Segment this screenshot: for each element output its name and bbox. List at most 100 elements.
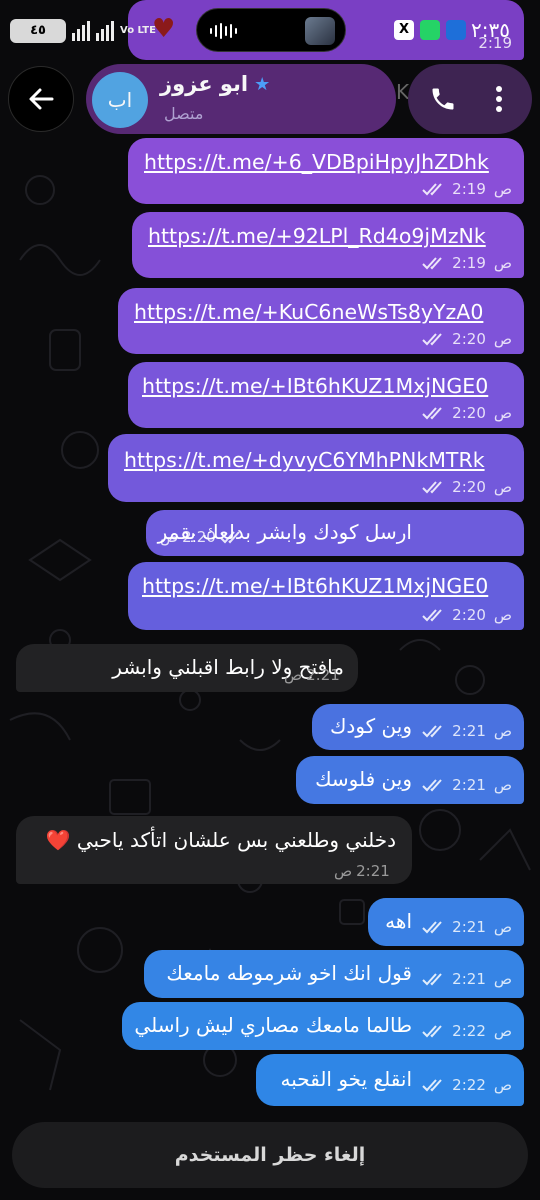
double-check-icon: [422, 183, 442, 196]
message-ampm: ص: [493, 330, 512, 348]
message-text: قول انك اخو شرموطه مامعك: [166, 961, 412, 985]
message-time: 2:21: [452, 776, 486, 794]
battery-icon: ٤٥: [10, 19, 66, 43]
message-time: 2:21: [452, 918, 486, 936]
back-button[interactable]: [8, 66, 74, 132]
contact-name: ابو عزوز: [160, 72, 249, 96]
message-time: 2:22: [452, 1076, 486, 1094]
message-meta: 2:21 ص: [422, 722, 512, 740]
message-ampm: ص: [493, 1076, 512, 1094]
media-thumbnail: [305, 17, 335, 45]
volte-label: Vo LTE: [120, 25, 156, 36]
double-check-icon: [422, 1079, 442, 1092]
message-bubble[interactable]: وين كودك 2:21 ص: [312, 704, 524, 750]
message-time: 2:20: [452, 478, 486, 496]
message-bubble[interactable]: https://t.me/+dyvyC6YMhPNkMTRk 2:20 ص: [108, 434, 524, 502]
message-ampm: ص: [334, 862, 353, 880]
message-bubble[interactable]: https://t.me/+KuC6neWsTs8yYzA0 2:20 ص: [118, 288, 524, 354]
message-bubble[interactable]: طالما مامعك مصاري ليش راسلي 2:22 ص: [122, 1002, 524, 1050]
message-bubble[interactable]: https://t.me/+IBt6hKUZ1MxjNGE0 2:20 ص: [128, 562, 524, 630]
status-bar: ٤٥ Vo LTE ♥ X ٢:٣٥: [0, 0, 540, 60]
message-ampm: ص: [493, 1022, 512, 1040]
dynamic-island: [196, 8, 346, 52]
message-ampm: ص: [493, 776, 512, 794]
message-text: وين فلوسك: [315, 767, 412, 791]
message-bubble-incoming[interactable]: دخلني وطلعني بس علشان اتأكد ياحبي ❤️ ص 2…: [16, 816, 412, 884]
message-ampm: ص: [493, 970, 512, 988]
message-meta: 2:20 ص: [422, 330, 512, 348]
message-time: 2:21: [452, 970, 486, 988]
message-link[interactable]: https://t.me/+dyvyC6YMhPNkMTRk: [124, 448, 485, 472]
message-link[interactable]: https://t.me/+92LPl_Rd4o9jMzNk: [148, 224, 486, 248]
message-meta: 2:22 ص: [422, 1022, 512, 1040]
message-time: 2:20: [452, 404, 486, 422]
clock: ٢:٣٥: [471, 18, 510, 42]
message-time: 2:20: [452, 330, 486, 348]
arrow-left-icon: [29, 88, 54, 110]
message-time: 2:20: [452, 606, 486, 624]
message-link[interactable]: https://t.me/+6_VDBpiHpyJhZDhk: [144, 150, 489, 174]
message-meta: 2:20 ص: [422, 478, 512, 496]
message-meta: 2:20 ص: [422, 404, 512, 422]
message-bubble[interactable]: وين فلوسك 2:21 ص: [296, 756, 524, 804]
signal-icon-2: [96, 21, 114, 41]
double-check-icon: [422, 725, 442, 738]
message-meta: ص 2:20: [160, 528, 246, 546]
message-ampm: ص: [493, 606, 512, 624]
more-menu-button[interactable]: [474, 74, 524, 124]
message-ampm: ص: [493, 722, 512, 740]
message-ampm: ص: [160, 528, 179, 546]
message-bubble[interactable]: ارسل كودك وابشر بدلعك يقمر ص 2:20: [146, 510, 524, 556]
message-meta: 2:21 ص: [422, 776, 512, 794]
message-ampm: ص: [493, 918, 512, 936]
contact-info-button[interactable]: اب ابو عزوز ★ متصل: [86, 64, 396, 134]
message-bubble[interactable]: قول انك اخو شرموطه مامعك 2:21 ص: [144, 950, 524, 998]
message-bubble-incoming[interactable]: مافتح ولا رابط اقبلني وابشر ص 2:21: [16, 644, 358, 692]
double-check-icon: [422, 481, 442, 494]
double-check-icon: [422, 973, 442, 986]
name-row: ابو عزوز ★: [160, 72, 270, 96]
heart-icon: ♥: [152, 14, 176, 44]
message-bubble[interactable]: اهه 2:21 ص: [368, 898, 524, 946]
message-bubble[interactable]: https://t.me/+6_VDBpiHpyJhZDhk 2:19 ص: [128, 138, 524, 204]
message-meta: 2:22 ص: [422, 1076, 512, 1094]
message-meta: 2:20 ص: [422, 606, 512, 624]
messaging-app-icon: [420, 20, 440, 40]
message-meta: ص 2:21: [334, 862, 390, 880]
message-time: 2:19: [452, 180, 486, 198]
status-left-group: ٤٥ Vo LTE: [10, 18, 156, 44]
double-check-icon: [422, 779, 442, 792]
message-meta: 2:21 ص: [422, 918, 512, 936]
message-ampm: ص: [493, 478, 512, 496]
message-link[interactable]: https://t.me/+KuC6neWsTs8yYzA0: [134, 300, 483, 324]
message-bubble[interactable]: https://t.me/+92LPl_Rd4o9jMzNk 2:19 ص: [132, 212, 524, 278]
message-time: 2:21: [356, 862, 390, 880]
message-text: طالما مامعك مصاري ليش راسلي: [134, 1013, 412, 1037]
double-check-icon: [422, 257, 442, 270]
phone-icon: [432, 88, 454, 110]
phone-app-icon: [446, 20, 466, 40]
message-link[interactable]: https://t.me/+IBt6hKUZ1MxjNGE0: [142, 374, 488, 398]
message-time: 2:20: [182, 528, 216, 546]
message-time: 2:22: [452, 1022, 486, 1040]
message-time: 2:19: [452, 254, 486, 272]
message-meta: 2:19 ص: [422, 180, 512, 198]
message-bubble[interactable]: https://t.me/+IBt6hKUZ1MxjNGE0 2:20 ص: [128, 362, 524, 428]
message-ampm: ص: [493, 404, 512, 422]
double-check-icon: [422, 1025, 442, 1038]
message-ampm: ص: [493, 180, 512, 198]
message-time: 2:21: [452, 722, 486, 740]
message-link[interactable]: https://t.me/+IBt6hKUZ1MxjNGE0: [142, 574, 488, 598]
message-bubble[interactable]: انقلع يخو القحبه 2:22 ص: [256, 1054, 524, 1106]
audio-wave-icon: [210, 23, 237, 39]
double-check-icon: [422, 609, 442, 622]
unblock-user-button[interactable]: إلغاء حظر المستخدم: [12, 1122, 528, 1188]
message-ampm: ص: [493, 254, 512, 272]
message-meta: 2:19 ص: [422, 254, 512, 272]
chat-header: اب ابو عزوز ★ متصل K: [0, 60, 540, 136]
call-button[interactable]: [418, 74, 468, 124]
message-ampm: ص: [284, 666, 303, 684]
message-text: دخلني وطلعني بس علشان اتأكد ياحبي ❤️: [45, 828, 396, 852]
header-actions: [408, 64, 532, 134]
message-meta: 2:21 ص: [422, 970, 512, 988]
